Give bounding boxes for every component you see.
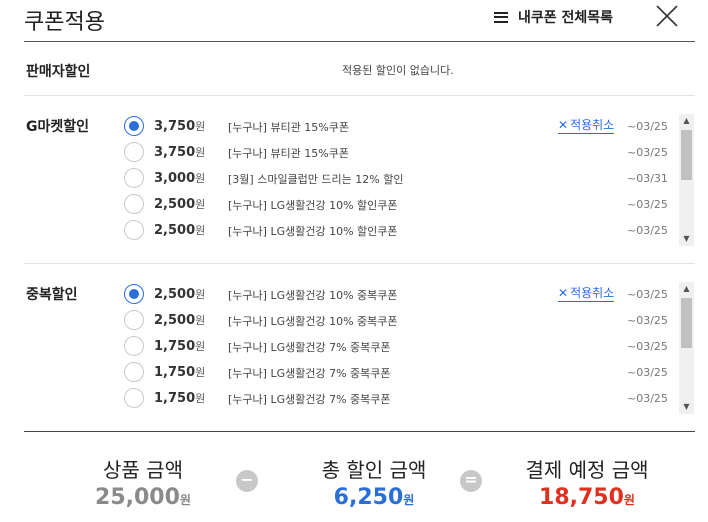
coupon-row[interactable]: 2,500원 [누구나] LG생활건강 10% 중복쿠폰 ~03/25	[124, 308, 674, 332]
coupon-expiry: ~03/25	[627, 340, 668, 353]
my-coupons-label: 내쿠폰 전체목록	[518, 10, 614, 26]
scroll-up-arrow-icon[interactable]: ▲	[679, 282, 694, 296]
coupon-amount: 3,000원	[154, 171, 206, 186]
x-icon: ✕	[558, 286, 569, 300]
minus-icon: −	[236, 470, 258, 492]
coupon-amount: 2,500원	[154, 287, 206, 302]
coupon-name: [누구나] 뷰티관 15%쿠폰	[228, 147, 349, 160]
gmarket-discount-label: G마켓할인	[26, 119, 90, 135]
scroll-up-arrow-icon[interactable]: ▲	[679, 114, 694, 128]
coupon-radio[interactable]	[124, 336, 144, 356]
coupon-expiry: ~03/31	[627, 172, 668, 185]
coupon-amount: 1,750원	[154, 339, 206, 354]
coupon-amount: 2,500원	[154, 223, 206, 238]
coupon-expiry: ~03/25	[627, 198, 668, 211]
gmarket-discount-section: G마켓할인 3,750원 [누구나] 뷰티관 15%쿠폰 ✕ 적용취소 ~03/2…	[24, 96, 695, 264]
coupon-row[interactable]: 1,750원 [누구나] LG생활건강 7% 중복쿠폰 ~03/25	[124, 360, 674, 384]
scrollbar-thumb[interactable]	[681, 298, 692, 348]
seller-discount-label: 판매자할인	[26, 64, 91, 80]
menu-icon	[494, 11, 508, 23]
coupon-amount: 3,750원	[154, 145, 206, 160]
modal-header: 쿠폰적용 내쿠폰 전체목록	[24, 0, 695, 42]
scrollbar[interactable]: ▲ ▼	[679, 282, 694, 414]
payment-amount-value: 18,750원	[539, 485, 635, 510]
coupon-row[interactable]: 2,500원 [누구나] LG생활건강 10% 할인쿠폰 ~03/25	[124, 192, 674, 216]
coupon-amount: 2,500원	[154, 197, 206, 212]
coupon-expiry: ~03/25	[627, 224, 668, 237]
page-title: 쿠폰적용	[24, 10, 105, 35]
equals-icon: =	[460, 470, 482, 492]
coupon-radio[interactable]	[124, 362, 144, 382]
coupon-radio[interactable]	[124, 168, 144, 188]
scroll-down-arrow-icon[interactable]: ▼	[679, 232, 694, 246]
coupon-name: [누구나] LG생활건강 10% 중복쿠폰	[228, 315, 398, 328]
coupon-name: [누구나] LG생활건강 7% 중복쿠폰	[228, 341, 391, 354]
coupon-radio[interactable]	[124, 194, 144, 214]
coupon-row[interactable]: 3,750원 [누구나] 뷰티관 15%쿠폰 ~03/25	[124, 140, 674, 164]
scrollbar-thumb[interactable]	[681, 130, 692, 180]
totals-summary: 상품 금액 25,000원 − 총 할인 금액 6,250원 = 결제 예정 금…	[24, 432, 695, 522]
coupon-radio[interactable]	[124, 388, 144, 408]
duplicate-discount-section: 중복할인 2,500원 [누구나] LG생활건강 10% 중복쿠폰 ✕ 적용취소 …	[24, 264, 695, 432]
cancel-apply-link[interactable]: ✕ 적용취소	[558, 286, 615, 302]
coupon-radio-selected[interactable]	[124, 284, 144, 304]
coupon-name: [누구나] 뷰티관 15%쿠폰	[228, 121, 349, 134]
product-amount: 상품 금액 25,000원	[78, 454, 208, 510]
coupon-expiry: ~03/25	[627, 146, 668, 159]
close-icon[interactable]	[654, 3, 680, 29]
coupon-expiry: ~03/25	[627, 314, 668, 327]
x-icon: ✕	[558, 118, 569, 132]
coupon-row[interactable]: 2,500원 [누구나] LG생활건강 10% 할인쿠폰 ~03/25	[124, 218, 674, 242]
scrollbar[interactable]: ▲ ▼	[679, 114, 694, 246]
coupon-name: [누구나] LG생활건강 10% 할인쿠폰	[228, 225, 398, 238]
coupon-radio[interactable]	[124, 220, 144, 240]
discount-amount-label: 총 할인 금액	[321, 458, 427, 482]
coupon-radio[interactable]	[124, 310, 144, 330]
coupon-row[interactable]: 2,500원 [누구나] LG생활건강 10% 중복쿠폰 ✕ 적용취소 ~03/2…	[124, 282, 674, 306]
coupon-expiry: ~03/25	[627, 288, 668, 301]
coupon-amount: 3,750원	[154, 119, 206, 134]
coupon-name: [누구나] LG생활건강 7% 중복쿠폰	[228, 393, 391, 406]
product-amount-value: 25,000원	[95, 485, 191, 510]
coupon-radio[interactable]	[124, 142, 144, 162]
coupon-expiry: ~03/25	[627, 392, 668, 405]
discount-amount-value: 6,250원	[333, 485, 415, 510]
duplicate-discount-label: 중복할인	[26, 287, 78, 303]
coupon-name: [누구나] LG생활건강 10% 할인쿠폰	[228, 199, 398, 212]
coupon-row[interactable]: 3,750원 [누구나] 뷰티관 15%쿠폰 ✕ 적용취소 ~03/25	[124, 114, 674, 138]
scroll-down-arrow-icon[interactable]: ▼	[679, 400, 694, 414]
coupon-amount: 1,750원	[154, 365, 206, 380]
coupon-row[interactable]: 1,750원 [누구나] LG생활건강 7% 중복쿠폰 ~03/25	[124, 386, 674, 410]
discount-amount: 총 할인 금액 6,250원	[299, 454, 449, 510]
seller-discount-message: 적용된 할인이 없습니다.	[342, 64, 454, 77]
coupon-name: [누구나] LG생활건강 10% 중복쿠폰	[228, 289, 398, 302]
coupon-row[interactable]: 3,000원 [3월] 스마일클럽만 드리는 12% 할인 ~03/31	[124, 166, 674, 190]
coupon-amount: 2,500원	[154, 313, 206, 328]
coupon-amount: 1,750원	[154, 391, 206, 406]
coupon-row[interactable]: 1,750원 [누구나] LG생활건강 7% 중복쿠폰 ~03/25	[124, 334, 674, 358]
product-amount-label: 상품 금액	[103, 458, 183, 482]
payment-amount: 결제 예정 금액 18,750원	[512, 454, 662, 510]
coupon-name: [3월] 스마일클럽만 드리는 12% 할인	[228, 173, 404, 186]
coupon-expiry: ~03/25	[627, 366, 668, 379]
my-coupons-button[interactable]: 내쿠폰 전체목록	[494, 7, 613, 27]
seller-discount-section: 판매자할인 적용된 할인이 없습니다.	[24, 42, 695, 96]
coupon-radio-selected[interactable]	[124, 116, 144, 136]
cancel-apply-link[interactable]: ✕ 적용취소	[558, 118, 615, 134]
coupon-expiry: ~03/25	[627, 120, 668, 133]
payment-amount-label: 결제 예정 금액	[525, 458, 649, 482]
coupon-name: [누구나] LG생활건강 7% 중복쿠폰	[228, 367, 391, 380]
